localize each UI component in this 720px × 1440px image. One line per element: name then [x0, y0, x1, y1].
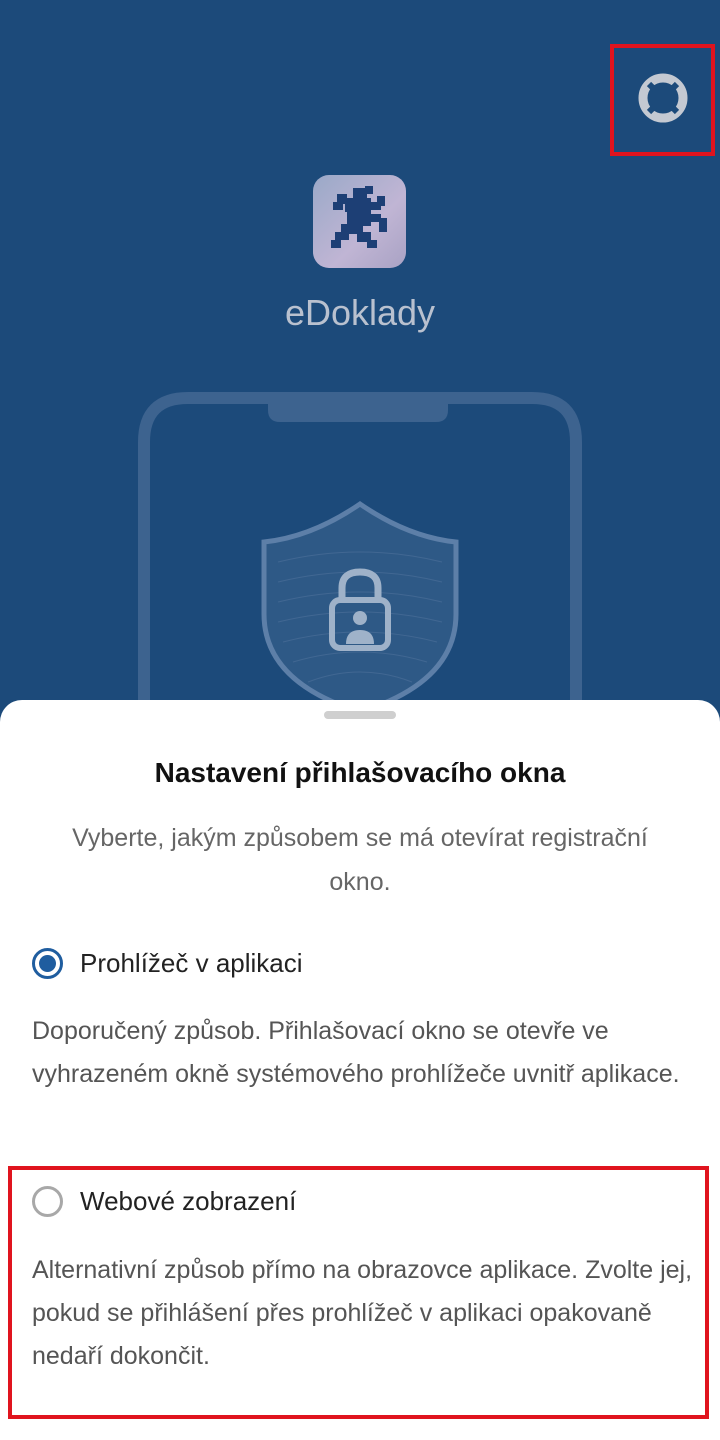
app-logo: [313, 175, 406, 268]
sheet-title: Nastavení přihlašovacího okna: [154, 757, 566, 788]
help-button[interactable]: [610, 44, 715, 156]
highlight-box: [8, 1166, 709, 1419]
phone-shield-lock-icon: [138, 392, 582, 717]
drag-handle[interactable]: [324, 711, 396, 719]
radio-in-app-browser[interactable]: [32, 947, 63, 979]
option-label: Prohlížeč v aplikaci: [80, 947, 303, 978]
option-description: Doporučený způsob. Přihlašovací okno se …: [32, 1017, 680, 1088]
lifebuoy-icon: [638, 73, 688, 128]
option-in-app-browser[interactable]: Prohlížeč v aplikaci: [32, 941, 692, 985]
app-name: eDoklady: [284, 292, 436, 333]
sheet-subtitle: Vyberte, jakým způsobem se má otevírat r…: [72, 824, 648, 896]
bottom-sheet: Nastavení přihlašovacího okna Vyberte, j…: [0, 700, 720, 1440]
czech-lion-icon: [327, 184, 393, 259]
